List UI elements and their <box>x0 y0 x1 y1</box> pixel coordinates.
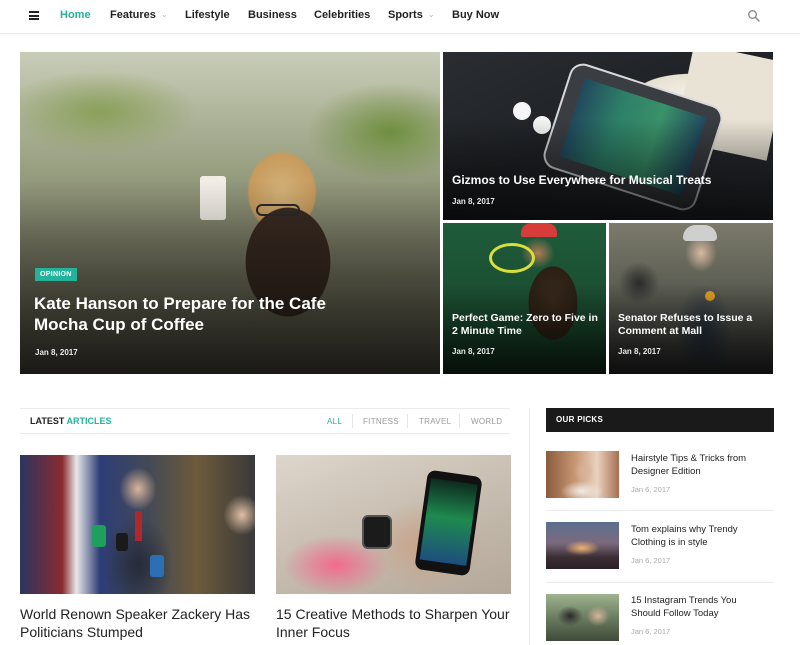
hero-post-gizmos[interactable]: Gizmos to Use Everywhere for Musical Tre… <box>443 52 773 220</box>
article-title[interactable]: 15 Creative Methods to Sharpen Your Inne… <box>276 605 516 641</box>
hamburger-menu-icon[interactable] <box>29 11 39 20</box>
filter-tab-world[interactable]: WORLD <box>471 417 502 426</box>
pick-title[interactable]: 15 Instagram Trends You Should Follow To… <box>631 594 761 620</box>
hero-post-tennis[interactable]: Perfect Game: Zero to Five in 2 Minute T… <box>443 223 606 374</box>
hero-main-title[interactable]: Kate Hanson to Prepare for the Cafe Moch… <box>34 294 354 335</box>
post-date: Jan 8, 2017 <box>452 347 495 356</box>
section-title: OUR PICKS <box>556 415 604 424</box>
pick-title[interactable]: Hairstyle Tips & Tricks from Designer Ed… <box>631 452 761 478</box>
nav-item-label: Buy Now <box>452 9 500 21</box>
pick-thumbnail[interactable] <box>546 522 619 569</box>
article-thumbnail[interactable] <box>20 455 255 594</box>
nav-item-lifestyle[interactable]: Lifestyle <box>185 9 230 21</box>
nav-item-label: Lifestyle <box>185 9 230 21</box>
pick-title[interactable]: Tom explains why Trendy Clothing is in s… <box>631 523 761 549</box>
post-date: Jan 8, 2017 <box>35 348 78 357</box>
post-date: Jan 8, 2017 <box>452 197 495 206</box>
post-date: Jan 8, 2017 <box>618 347 661 356</box>
smartphone-image <box>414 469 483 577</box>
nav-item-label: Business <box>248 9 297 21</box>
nav-item-features[interactable]: Features ⌄ <box>110 9 168 21</box>
microphone-image <box>92 525 106 547</box>
chevron-down-icon: ⌄ <box>427 10 435 19</box>
hero-main-post[interactable]: OPINION Kate Hanson to Prepare for the C… <box>20 52 440 374</box>
nav-item-home[interactable]: Home <box>60 9 91 21</box>
filter-tab-all[interactable]: ALL <box>327 417 342 426</box>
article-thumbnail[interactable] <box>276 455 511 594</box>
nav-item-business[interactable]: Business <box>248 9 297 21</box>
filter-tab-fitness[interactable]: FITNESS <box>363 417 399 426</box>
nav-item-label: Features <box>110 9 156 21</box>
pick-date: Jan 6, 2017 <box>631 485 671 494</box>
hero-post-senator[interactable]: Senator Refuses to Issue a Comment at Ma… <box>609 223 773 374</box>
category-badge[interactable]: OPINION <box>35 268 77 281</box>
hero-post-title[interactable]: Gizmos to Use Everywhere for Musical Tre… <box>452 173 752 188</box>
nav-item-buy-now[interactable]: Buy Now <box>452 9 499 21</box>
nav-item-celebrities[interactable]: Celebrities <box>314 9 370 21</box>
column-divider <box>529 408 530 645</box>
filter-tab-travel[interactable]: TRAVEL <box>419 417 451 426</box>
hero-post-title[interactable]: Perfect Game: Zero to Five in 2 Minute T… <box>452 312 602 338</box>
section-title: LATEST ARTICLES <box>30 416 112 426</box>
search-icon[interactable] <box>747 9 761 23</box>
chevron-down-icon: ⌄ <box>160 10 168 19</box>
top-navigation-bar: Home Features ⌄ Lifestyle Business Celebr… <box>0 0 800 34</box>
hero-post-title[interactable]: Senator Refuses to Issue a Comment at Ma… <box>618 312 768 338</box>
smartwatch-image <box>362 515 392 549</box>
nav-item-sports[interactable]: Sports ⌄ <box>388 9 435 21</box>
article-title[interactable]: World Renown Speaker Zackery Has Politic… <box>20 605 260 641</box>
pick-thumbnail[interactable] <box>546 594 619 641</box>
pick-thumbnail[interactable] <box>546 451 619 498</box>
nav-item-label: Sports <box>388 9 423 21</box>
tennis-racket-image <box>489 243 535 273</box>
nav-item-label: Celebrities <box>314 9 371 21</box>
pick-date: Jan 6, 2017 <box>631 556 671 565</box>
pick-date: Jan 6, 2017 <box>631 627 671 636</box>
nav-item-label: Home <box>60 9 91 21</box>
